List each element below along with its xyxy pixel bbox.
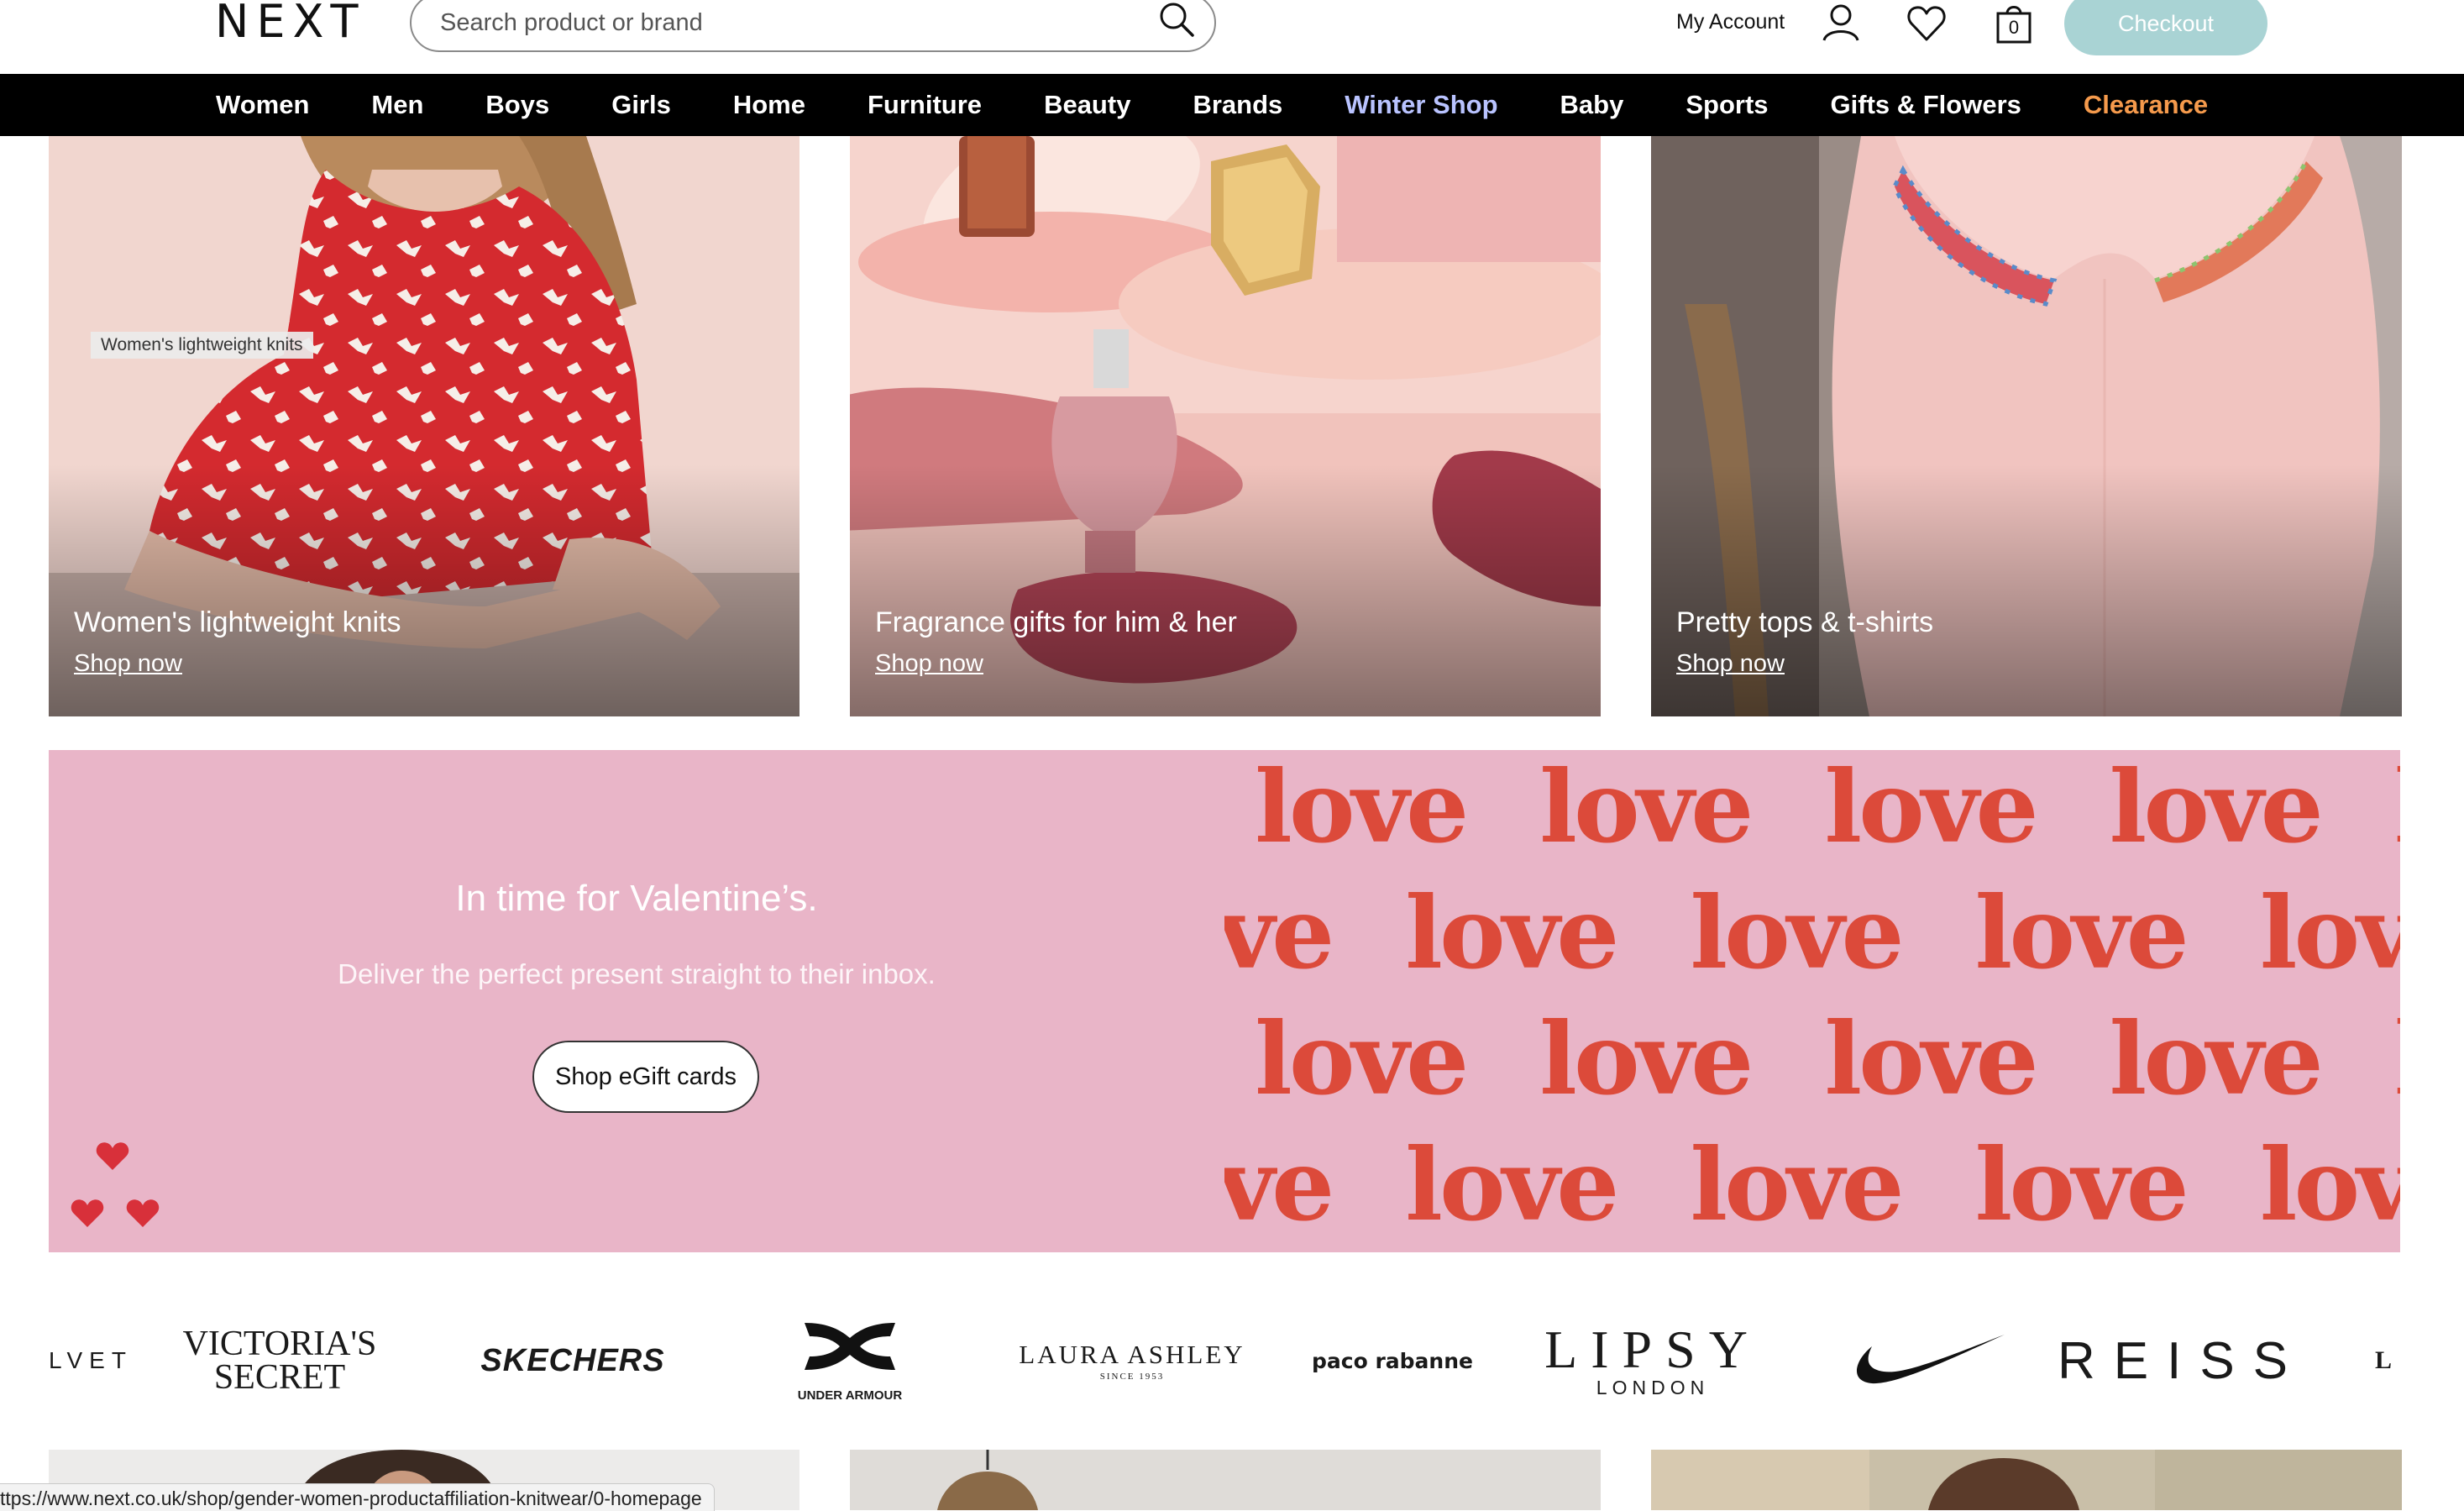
nav-item-beauty[interactable]: Beauty bbox=[1044, 90, 1130, 120]
pendant-lamp-image bbox=[850, 1450, 1601, 1510]
promo-tile-fragrance[interactable]: Fragrance gifts for him & her Shop now bbox=[850, 136, 1601, 716]
promo-tile-bottom-3[interactable] bbox=[1651, 1450, 2402, 1510]
promo-tile-knits[interactable]: Women's lightweight knits Women's lightw… bbox=[49, 136, 799, 716]
outdoor-portrait-image bbox=[1651, 1450, 2402, 1510]
nav-item-men[interactable]: Men bbox=[371, 90, 423, 120]
my-account-link[interactable]: My Account bbox=[1676, 10, 1785, 34]
love-row: lovelovelovelovelovelove bbox=[1224, 1126, 2400, 1243]
next-logo[interactable]: NEXT bbox=[215, 0, 366, 47]
brand-logo-velvet[interactable]: LVET bbox=[49, 1277, 126, 1445]
nav-item-women[interactable]: Women bbox=[216, 90, 309, 120]
product-tag-label: Women's lightweight knits bbox=[91, 332, 313, 359]
tile-shade bbox=[1651, 464, 2402, 716]
nav-item-baby[interactable]: Baby bbox=[1560, 90, 1624, 120]
site-header: NEXT My Account 0 Checkout bbox=[0, 0, 2464, 74]
brand-logo-lipsy[interactable]: LIPSY LONDON bbox=[1527, 1277, 1779, 1445]
brand-logo-skechers[interactable]: SKECHERS bbox=[455, 1277, 690, 1445]
brand-logo-victorias-secret[interactable]: VICTORIA'S SECRET bbox=[175, 1277, 385, 1445]
love-row: lovelovelovelovelove bbox=[1255, 750, 2400, 865]
nav-item-home[interactable]: Home bbox=[733, 90, 805, 120]
nav-item-sports[interactable]: Sports bbox=[1685, 90, 1768, 120]
tile-title: Women's lightweight knits bbox=[74, 606, 401, 638]
nav-item-furniture[interactable]: Furniture bbox=[868, 90, 982, 120]
search-icon[interactable] bbox=[1157, 0, 1196, 39]
brand-logo-under-armour[interactable]: UNDER ARMOUR bbox=[774, 1277, 925, 1445]
brand-logo-partial[interactable]: L bbox=[2375, 1277, 2400, 1445]
nav-item-boys[interactable]: Boys bbox=[485, 90, 549, 120]
nav-item-girls[interactable]: Girls bbox=[611, 90, 671, 120]
shop-egift-cards-button[interactable]: Shop eGift cards bbox=[532, 1041, 759, 1113]
nike-swoosh-icon bbox=[1856, 1335, 2005, 1384]
shop-now-link[interactable]: Shop now bbox=[1676, 650, 1785, 678]
brand-logo-nike[interactable] bbox=[1826, 1277, 2027, 1445]
banner-subtitle: Deliver the perfect present straight to … bbox=[338, 958, 936, 989]
shopping-bag[interactable]: 0 bbox=[1994, 2, 2034, 45]
brand-logo-reiss[interactable]: REISS bbox=[2058, 1277, 2299, 1445]
search-box[interactable] bbox=[410, 0, 1216, 52]
nav-item-brands[interactable]: Brands bbox=[1193, 90, 1282, 120]
tile-shade bbox=[49, 464, 799, 716]
tile-shade bbox=[850, 464, 1601, 716]
promo-tile-bottom-2[interactable] bbox=[850, 1450, 1601, 1510]
account-icon[interactable] bbox=[1819, 2, 1863, 45]
nav-item-winter-shop[interactable]: Winter Shop bbox=[1345, 90, 1497, 120]
love-row: lovelovelovelovelovelove bbox=[1224, 874, 2400, 991]
hearts-decoration-icon bbox=[71, 1142, 160, 1227]
love-row: lovelovelovelovelove bbox=[1255, 1000, 2400, 1117]
under-armour-logo-icon bbox=[805, 1322, 895, 1370]
search-input[interactable] bbox=[438, 5, 1130, 40]
brand-logo-laura-ashley[interactable]: LAURA ASHLEY SINCE 1953 bbox=[1014, 1277, 1250, 1445]
brand-carousel: LVET VICTORIA'S SECRET SKECHERS UNDER AR… bbox=[49, 1277, 2400, 1445]
nav-item-clearance[interactable]: Clearance bbox=[2084, 90, 2208, 120]
nav-item-gifts-flowers[interactable]: Gifts & Flowers bbox=[1831, 90, 2021, 120]
valentines-banner: In time for Valentine’s. Deliver the per… bbox=[49, 750, 2400, 1252]
banner-title: In time for Valentine’s. bbox=[455, 878, 818, 919]
tile-title: Fragrance gifts for him & her bbox=[875, 606, 1237, 638]
bag-count: 0 bbox=[2008, 17, 2020, 38]
promo-tile-tops[interactable]: Pretty tops & t-shirts Shop now bbox=[1651, 136, 2402, 716]
shop-now-link[interactable]: Shop now bbox=[875, 650, 983, 678]
love-pattern: lovelovelovelovelove lovelovelovelovelov… bbox=[1224, 750, 2400, 1252]
tile-title: Pretty tops & t-shirts bbox=[1676, 606, 1934, 638]
brand-logo-paco-rabanne[interactable]: paco rabanne bbox=[1292, 1277, 1493, 1445]
shop-now-link[interactable]: Shop now bbox=[74, 650, 182, 678]
main-navigation: Women Men Boys Girls Home Furniture Beau… bbox=[0, 74, 2464, 136]
wishlist-heart-icon[interactable] bbox=[1905, 2, 1948, 45]
browser-status-url: ttps://www.next.co.uk/shop/gender-women-… bbox=[0, 1483, 715, 1511]
checkout-button[interactable]: Checkout bbox=[2064, 0, 2267, 55]
